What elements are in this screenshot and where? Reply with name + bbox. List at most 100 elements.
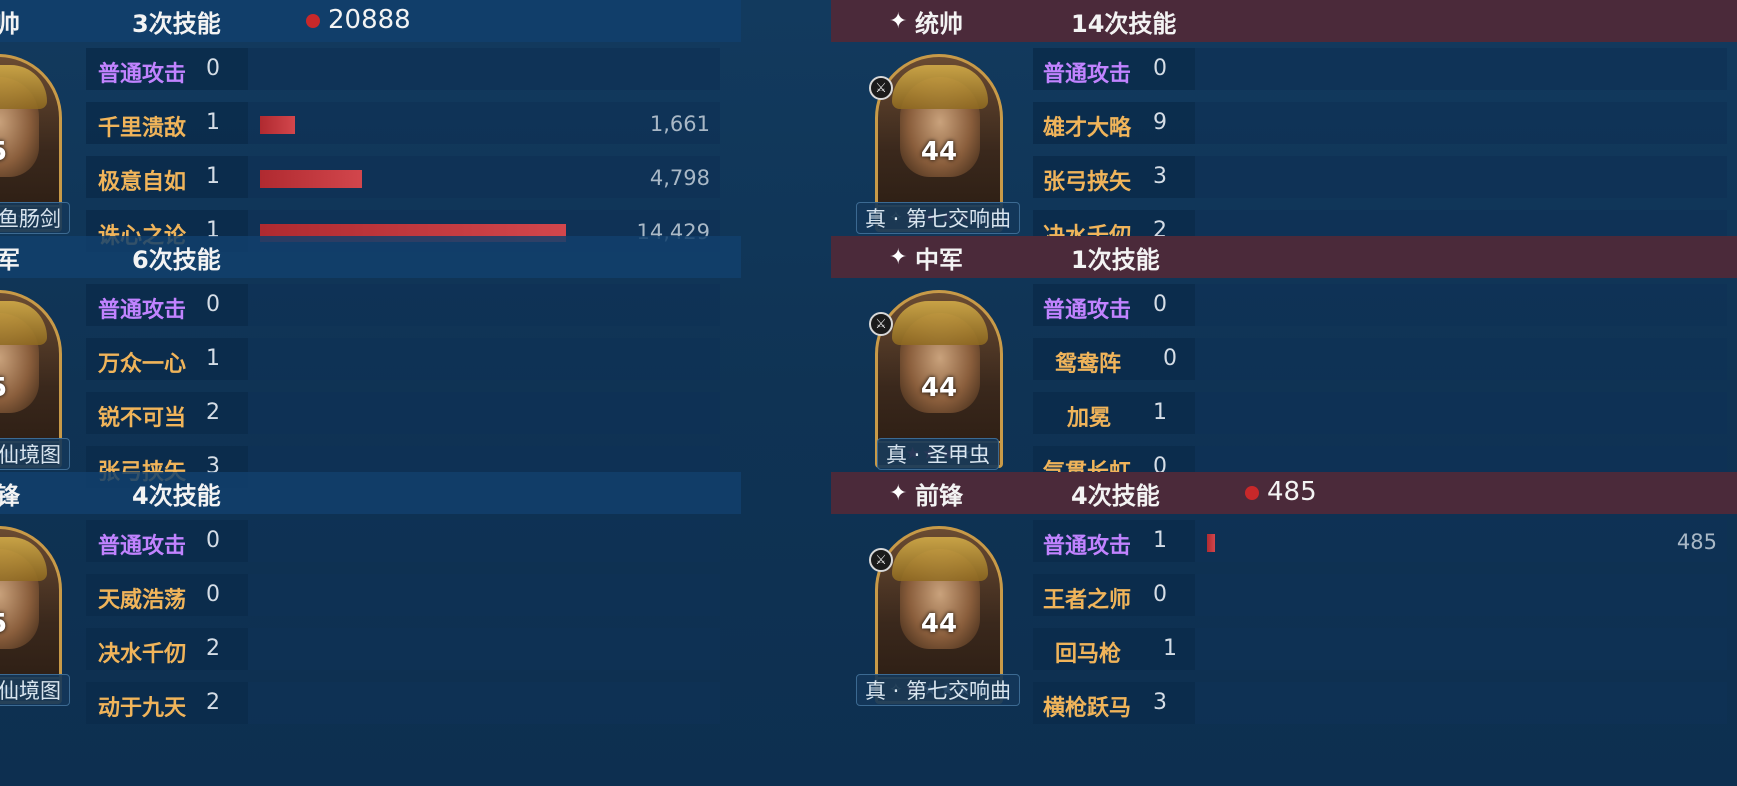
skill-cast-count: 1 [1163,636,1177,661]
skill-name: 雄才大略 [1043,116,1132,141]
skill-name-cell [1033,392,1195,434]
skill-cast-count: 1 [206,164,220,189]
right-general-section: ✦中军1次技能44✧★★★★★⚔真 · 圣甲虫普通攻击0鸳鸯阵0加冕1气贯长虹0 [831,236,1737,498]
skill-name: 千里溃敌 [98,116,187,141]
right-team-panel: ✦统帅14次技能44✧★★★★★⚔真 · 第七交响曲普通攻击0雄才大略9张弓挟矢… [831,0,1737,786]
skill-cast-count: 1 [1153,400,1167,425]
troop-type-icon: ⚔ [869,548,893,572]
general-level: 5 [0,609,59,639]
skill-cast-count: 9 [1153,110,1167,135]
treasure-tag[interactable]: 源仙境图 [0,674,70,706]
section-header: 帅 3次技能 20888 [0,0,741,42]
skill-cast-count: 2 [206,690,220,715]
skill-row[interactable]: 决水千仞 2 [86,628,720,670]
skill-name: 回马枪 [1055,642,1122,667]
troop-type-icon: ⚔ [869,312,893,336]
skill-row[interactable]: 普通攻击 0 [1033,48,1727,90]
skill-row[interactable]: 普通攻击 0 [1033,284,1727,326]
skill-name: 普通攻击 [98,298,187,323]
position-label: 中军 [915,245,963,274]
position-label: 统帅 [915,9,963,38]
skill-cast-count: 0 [206,292,220,317]
skill-cast-count: 1 [1153,528,1167,553]
skill-damage-value: 485 [1676,530,1717,554]
skill-name: 普通攻击 [1043,534,1132,559]
skill-name: 普通攻击 [98,534,187,559]
skill-row[interactable]: 极意自如 1 4,798 [86,156,720,198]
treasure-name: 源仙境图 [0,443,61,467]
sparkle-icon: ✦ [889,8,908,34]
helmet-graphic [892,301,988,345]
treasure-tag[interactable]: 真 · 第七交响曲 [855,202,1021,234]
treasure-name: 鱼肠剑 [0,207,61,231]
skill-name: 张弓挟矢 [1043,170,1132,195]
skill-name: 普通攻击 [1043,62,1132,87]
skill-row[interactable]: 天威浩荡 0 [86,574,720,616]
damage-bar [260,170,362,188]
skill-damage-value: 1,661 [649,112,710,136]
skill-name: 横枪跃马 [1043,696,1132,721]
position-label: 军 [0,245,20,274]
skill-row[interactable]: 雄才大略 9 [1033,102,1727,144]
general-level: 44 [920,373,958,403]
left-general-section: 军6次技能5✧★★★源仙境图普通攻击0万众一心1锐不可当2张弓挟矢3 [0,236,800,498]
skill-row[interactable]: 鸳鸯阵 0 [1033,338,1727,380]
skill-row[interactable]: 万众一心 1 [86,338,720,380]
damage-bar [1207,534,1215,552]
skill-cast-count: 0 [1153,582,1167,607]
skill-name: 加冕 [1067,406,1112,431]
section-header: ✦ 前锋 4次技能 485 [831,472,1737,514]
skill-row[interactable]: 千里溃敌 1 1,661 [86,102,720,144]
skill-row[interactable]: 横枪跃马 3 [1033,682,1727,724]
skill-row[interactable]: 王者之师 0 [1033,574,1727,616]
skill-row[interactable]: 动于九天 2 [86,682,720,724]
skill-cast-count: 3 [1153,690,1167,715]
skill-name: 天威浩荡 [98,588,187,613]
treasure-tag[interactable]: 源仙境图 [0,438,70,470]
skill-row[interactable]: 普通攻击 0 [86,520,720,562]
damage-dot-icon [306,14,320,28]
helmet-graphic [892,537,988,581]
total-damage-value: 20888 [328,5,411,35]
skill-cast-count: 1 [206,110,220,135]
skill-row[interactable]: 普通攻击 1 485 [1033,520,1727,562]
skill-cast-count: 0 [206,56,220,81]
skill-cast-count: 1 [206,346,220,371]
helmet-graphic [0,65,47,109]
troop-type-icon: ⚔ [869,76,893,100]
treasure-tag[interactable]: 鱼肠剑 [0,202,70,234]
skill-name: 决水千仞 [98,642,187,667]
sparkle-icon: ✦ [889,480,908,506]
skill-name: 普通攻击 [1043,298,1132,323]
damage-dot-icon [1245,486,1259,500]
skill-count-label: 6次技能 [132,245,221,274]
skill-row[interactable]: 回马枪 1 [1033,628,1727,670]
skill-row[interactable]: 张弓挟矢 3 [1033,156,1727,198]
section-header: 锋 4次技能 [0,472,741,514]
skill-cast-count: 0 [206,528,220,553]
skill-row[interactable]: 普通攻击 0 [86,48,720,90]
general-level: 44 [920,137,958,167]
skill-cast-count: 0 [1163,346,1177,371]
skill-cast-count: 2 [206,400,220,425]
skill-row[interactable]: 锐不可当 2 [86,392,720,434]
treasure-tag[interactable]: 真 · 第七交响曲 [855,674,1021,706]
skill-cast-count: 3 [1153,164,1167,189]
helmet-graphic [0,301,47,345]
skill-row[interactable]: 加冕 1 [1033,392,1727,434]
left-general-section: 帅3次技能208885✧★★★鱼肠剑普通攻击0千里溃敌11,661极意自如14,… [0,0,800,262]
skill-name: 鸳鸯阵 [1055,352,1122,377]
skill-row[interactable]: 普通攻击 0 [86,284,720,326]
skill-name: 锐不可当 [98,406,187,431]
treasure-name: 源仙境图 [0,679,61,703]
total-damage-value: 485 [1267,477,1317,507]
sparkle-icon: ✦ [889,244,908,270]
section-header: 军 6次技能 [0,236,741,278]
general-level: 5 [0,137,59,167]
skill-damage-value: 4,798 [649,166,710,190]
skill-cast-count: 0 [1153,292,1167,317]
general-level: 44 [920,609,958,639]
section-header: ✦ 中军 1次技能 [831,236,1737,278]
treasure-tag[interactable]: 真 · 圣甲虫 [876,438,1000,470]
position-label: 前锋 [915,481,963,510]
